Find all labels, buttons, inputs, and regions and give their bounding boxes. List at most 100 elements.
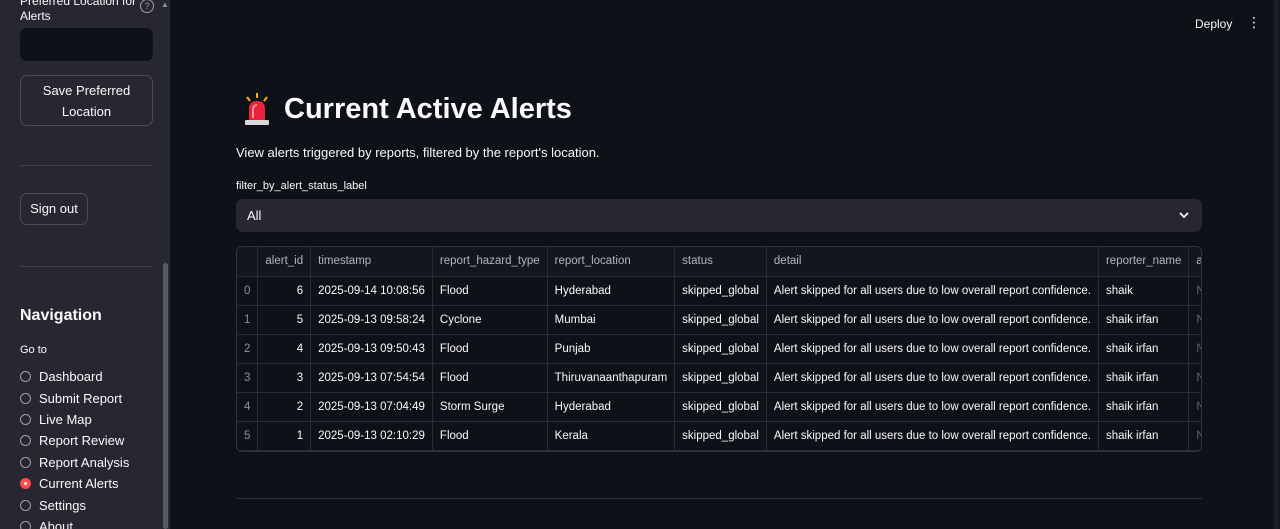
section-divider xyxy=(236,498,1202,499)
table-cell: 2025-09-14 10:08:56 xyxy=(310,276,433,306)
table-cell: skipped_global xyxy=(674,334,767,364)
save-button-line1: Save Preferred xyxy=(42,83,131,98)
radio-icon[interactable] xyxy=(20,499,31,511)
table-cell: Mumbai xyxy=(547,305,676,335)
radio-icon[interactable] xyxy=(20,456,31,468)
alert-status-filter-select[interactable]: All xyxy=(236,199,1202,232)
table-cell: skipped_global xyxy=(674,305,767,335)
nav-item-live-map[interactable]: Live Map xyxy=(20,409,129,430)
nav-item-settings[interactable]: Settings xyxy=(20,494,129,515)
table-cell: Flood xyxy=(432,363,548,393)
table-cell: None xyxy=(1188,421,1201,451)
table-cell: 2025-09-13 09:58:24 xyxy=(310,305,433,335)
table-cell: skipped_global xyxy=(674,392,767,422)
table-cell: 5 xyxy=(257,305,312,335)
table-cell: None xyxy=(1188,392,1201,422)
help-icon[interactable]: ? xyxy=(140,0,154,13)
table-cell: Alert skipped for all users due to low o… xyxy=(766,392,1099,422)
row-index: 2 xyxy=(237,334,259,364)
table-row[interactable]: 0 6 2025-09-14 10:08:56 Flood Hyderabad skipp… xyxy=(237,276,1201,306)
save-preferred-location-button[interactable]: Save Preferred Location xyxy=(20,75,153,126)
nav-item-report-analysis[interactable]: Report Analysis xyxy=(20,452,129,473)
page-title: Current Active Alerts xyxy=(242,92,572,126)
radio-icon[interactable] xyxy=(20,371,31,383)
sidebar-divider xyxy=(20,165,153,166)
page-title-text: Current Active Alerts xyxy=(284,92,572,125)
table-cell: shaik irfan xyxy=(1098,334,1190,364)
table-cell: Punjab xyxy=(547,334,676,364)
column-header[interactable]: detail xyxy=(766,247,1099,277)
table-cell: skipped_global xyxy=(674,276,767,306)
table-row[interactable]: 1 5 2025-09-13 09:58:24 Cyclone Mumbai skippe… xyxy=(237,305,1201,335)
nav-item-submit-report[interactable]: Submit Report xyxy=(20,387,129,408)
nav-item-label: Live Map xyxy=(39,411,92,427)
goto-label: Go to xyxy=(20,344,47,356)
table-cell: Flood xyxy=(432,276,548,306)
chevron-down-icon xyxy=(1178,199,1190,244)
column-header[interactable]: reporter_name xyxy=(1098,247,1190,277)
deploy-button[interactable]: Deploy xyxy=(1195,17,1232,31)
column-header[interactable] xyxy=(237,247,259,277)
nav-item-label: Dashboard xyxy=(39,369,103,385)
table-row[interactable]: 4 2 2025-09-13 07:04:49 Storm Surge Hyderaba… xyxy=(237,392,1201,422)
main-scrollbar[interactable] xyxy=(1274,0,1279,529)
table-cell: Hyderabad xyxy=(547,392,676,422)
column-header[interactable]: report_location xyxy=(547,247,676,277)
table-body: 0 6 2025-09-14 10:08:56 Flood Hyderabad skipp… xyxy=(237,276,1201,451)
location-label: Preferred Location for xyxy=(20,0,137,8)
sidebar: Preferred Location for Alerts ? ▲ Save P… xyxy=(0,0,170,529)
nav-item-label: Report Review xyxy=(39,433,125,449)
alerts-table[interactable]: alert_id timestamp report_hazard_type repor… xyxy=(236,246,1202,452)
radio-icon[interactable] xyxy=(20,520,31,529)
table-cell: 2025-09-13 02:10:29 xyxy=(310,421,433,451)
nav-item-current-alerts[interactable]: Current Alerts xyxy=(20,473,129,494)
column-header[interactable]: alert_ xyxy=(1188,247,1201,277)
column-header[interactable]: report_hazard_type xyxy=(432,247,548,277)
table-cell: 2025-09-13 07:54:54 xyxy=(310,363,433,393)
table-cell: 2 xyxy=(257,392,312,422)
column-header[interactable]: alert_id xyxy=(257,247,312,277)
radio-icon[interactable] xyxy=(20,392,31,404)
nav-radio-group: Dashboard Submit Report Live Map Report Rev… xyxy=(20,366,129,529)
radio-icon[interactable] xyxy=(20,413,31,425)
nav-item-dashboard[interactable]: Dashboard xyxy=(20,366,129,387)
siren-icon xyxy=(245,93,269,125)
column-header[interactable]: status xyxy=(674,247,767,277)
table-row[interactable]: 2 4 2025-09-13 09:50:43 Flood Punjab skipped_… xyxy=(237,334,1201,364)
scroll-up-icon[interactable]: ▲ xyxy=(161,0,169,9)
nav-item-about[interactable]: About xyxy=(20,516,129,529)
table-cell: Alert skipped for all users due to low o… xyxy=(766,305,1099,335)
table-cell: None xyxy=(1188,276,1201,306)
table-row[interactable]: 3 3 2025-09-13 07:54:54 Flood Thiruvanaantha… xyxy=(237,363,1201,393)
filter-label: filter_by_alert_status_label xyxy=(236,180,367,192)
nav-item-label: Submit Report xyxy=(39,390,123,406)
sidebar-scrollbar[interactable] xyxy=(163,263,168,529)
table-cell: None xyxy=(1188,363,1201,393)
table-cell: shaik irfan xyxy=(1098,392,1190,422)
table-cell: None xyxy=(1188,305,1201,335)
nav-item-report-review[interactable]: Report Review xyxy=(20,430,129,451)
table-cell: Thiruvanaanthapuram xyxy=(547,363,676,393)
table-cell: Cyclone xyxy=(432,305,548,335)
table-cell: Storm Surge xyxy=(432,392,548,422)
table-cell: Alert skipped for all users due to low o… xyxy=(766,334,1099,364)
table-cell: 6 xyxy=(257,276,312,306)
preferred-location-input[interactable] xyxy=(20,28,153,61)
table-cell: None xyxy=(1188,334,1201,364)
radio-icon[interactable] xyxy=(20,478,31,490)
radio-icon[interactable] xyxy=(20,435,31,447)
kebab-menu-icon[interactable]: ⋮ xyxy=(1247,15,1261,29)
nav-item-label: Report Analysis xyxy=(39,454,130,470)
table-cell: Flood xyxy=(432,421,548,451)
table-row[interactable]: 5 1 2025-09-13 02:10:29 Flood Kerala skipped_… xyxy=(237,421,1201,451)
row-index: 4 xyxy=(237,392,259,422)
nav-item-label: Settings xyxy=(39,497,86,513)
table-cell: 1 xyxy=(257,421,312,451)
filter-selected-value: All xyxy=(247,208,262,223)
table-cell: shaik irfan xyxy=(1098,305,1190,335)
table-cell: 2025-09-13 07:04:49 xyxy=(310,392,433,422)
row-index: 1 xyxy=(237,305,259,335)
table-header-row: alert_id timestamp report_hazard_type repor… xyxy=(237,247,1201,277)
sign-out-button[interactable]: Sign out xyxy=(20,193,88,225)
column-header[interactable]: timestamp xyxy=(310,247,433,277)
